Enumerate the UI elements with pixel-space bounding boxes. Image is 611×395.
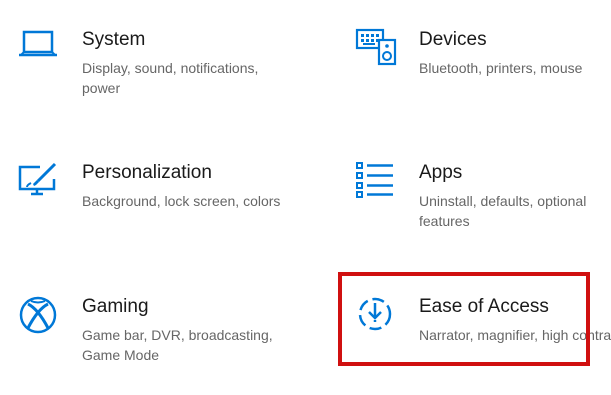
tile-title: Devices [419,29,487,50]
tile-apps[interactable]: Apps Uninstall, defaults, optional featu… [355,161,611,261]
tile-gaming[interactable]: Gaming Game bar, DVR, broadcasting, Game… [18,295,288,395]
list-icon [355,161,399,205]
tile-description: Uninstall, defaults, optional features [419,193,587,229]
tile-title: Gaming [82,296,149,317]
highlight-box [338,272,590,366]
keyboard-speaker-icon [355,28,399,72]
tile-title: System [82,29,146,50]
paintbrush-screen-icon [18,161,62,205]
tile-personalization[interactable]: Personalization Background, lock screen,… [18,161,288,261]
tile-devices[interactable]: Devices Bluetooth, printers, mouse [355,28,611,128]
tile-description: Background, lock screen, colors [82,193,281,209]
tile-title: Apps [419,162,463,183]
tile-title: Personalization [82,162,212,183]
laptop-icon [18,28,62,72]
tile-description: Bluetooth, printers, mouse [419,60,583,76]
tile-description: Display, sound, notifications, power [82,60,259,96]
tile-description: Game bar, DVR, broadcasting, Game Mode [82,327,273,363]
xbox-icon [18,295,62,339]
tile-system[interactable]: System Display, sound, notifications, po… [18,28,288,128]
